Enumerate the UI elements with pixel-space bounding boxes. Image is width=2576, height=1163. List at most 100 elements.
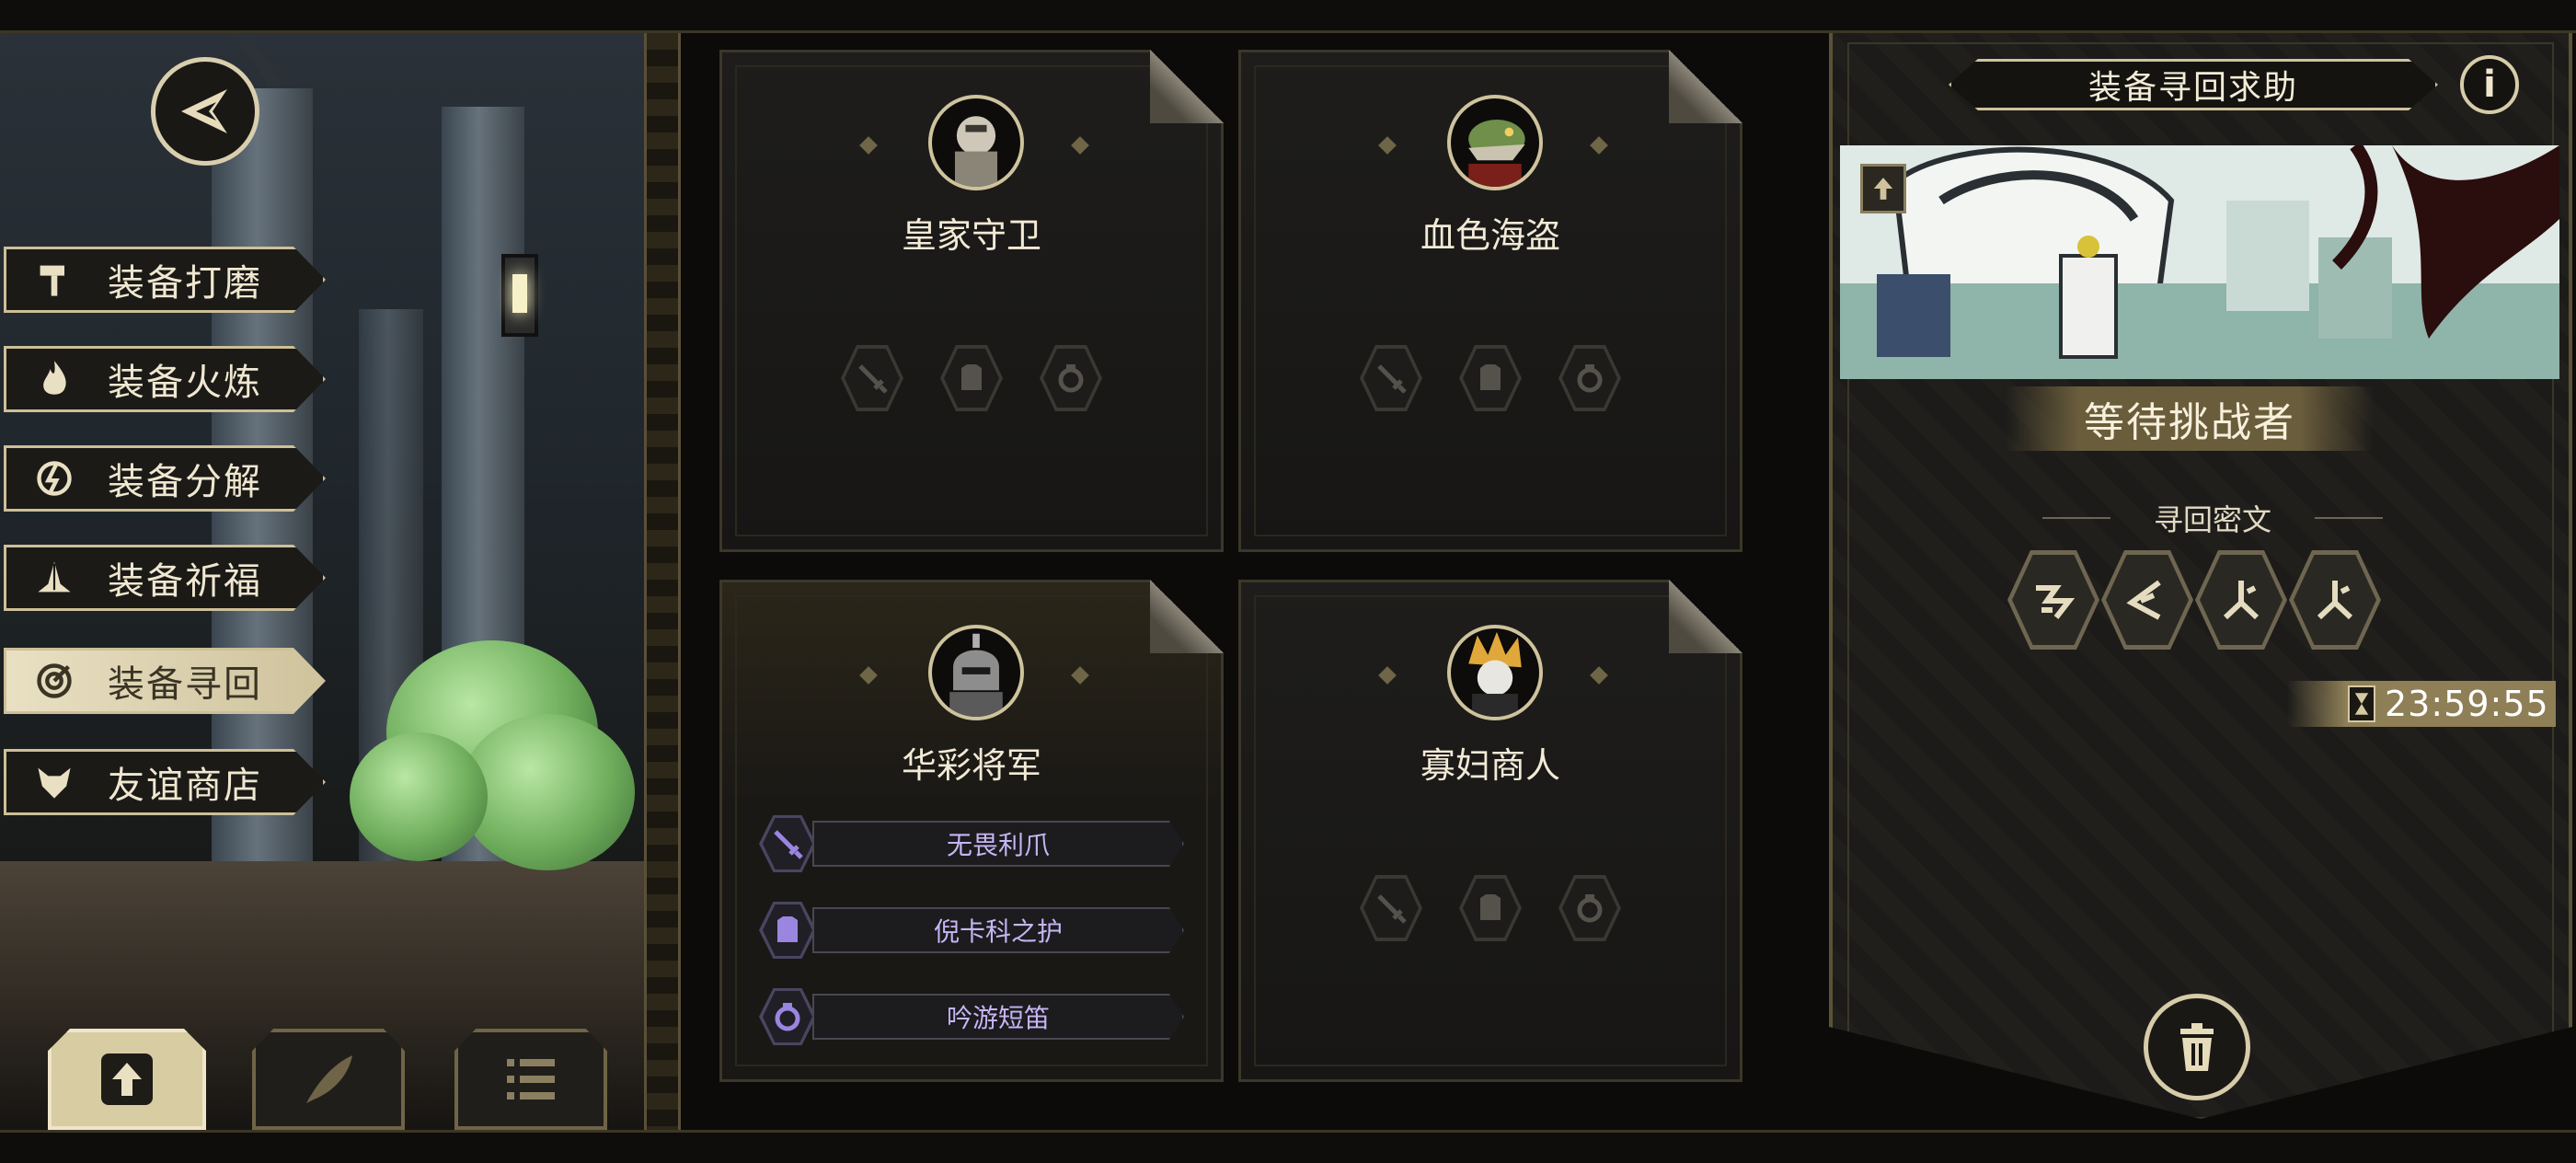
corner-fold (1150, 50, 1224, 123)
hourglass-icon (2348, 685, 2375, 722)
character-card-royal-guard[interactable]: 皇家守卫 (719, 50, 1224, 552)
upload-button[interactable] (48, 1029, 206, 1130)
banner-upload-button[interactable] (1860, 164, 1906, 213)
menu-item-polish[interactable]: 装备打磨 (4, 247, 326, 313)
menu-item-label: 装备祈福 (108, 560, 262, 603)
sword-icon (858, 364, 888, 394)
quill-icon (306, 1055, 352, 1103)
character-name: 华彩将军 (901, 745, 1041, 786)
retrieve-icon (27, 653, 82, 708)
bottom-border (0, 1130, 2576, 1163)
character-name: 皇家守卫 (901, 215, 1041, 256)
armor-icon (961, 364, 982, 390)
ornament-diamond (1590, 136, 1608, 155)
character-card-widow-merchant[interactable]: 寡妇商人 (1238, 580, 1742, 1082)
corner-fold (1669, 580, 1742, 653)
panel-title: 装备寻回求助 (1949, 59, 2438, 110)
crimson-pirate-portrait (1447, 95, 1543, 190)
back-arrow-icon (181, 89, 227, 133)
rune-3-icon (2317, 581, 2353, 620)
ornamental-divider (644, 33, 681, 1130)
weapon-slot[interactable] (841, 345, 903, 411)
info-icon: i (2483, 63, 2496, 106)
lantern-icon (501, 254, 538, 337)
delete-button[interactable] (2144, 994, 2250, 1100)
armor-icon (1480, 894, 1501, 920)
ring-icon (1577, 364, 1603, 393)
armor-icon (1480, 364, 1501, 390)
rune-1-icon (2036, 585, 2076, 619)
ornament-diamond (1378, 136, 1397, 155)
rune-3-icon (2223, 581, 2260, 620)
ornament-diamond (1071, 666, 1089, 685)
ornament-diamond (1378, 666, 1397, 685)
equipped-item-weapon[interactable]: 无畏利爪 (759, 815, 1184, 872)
ring-icon (775, 1003, 800, 1031)
equipment-name: 吟游短笛 (812, 994, 1184, 1040)
weapon-slot[interactable] (1360, 345, 1422, 411)
divider-line (2315, 517, 2383, 519)
pray-hands-icon (27, 550, 82, 605)
rune-2-icon (2126, 580, 2161, 620)
equipment-slots (1241, 345, 1740, 411)
armor-slot[interactable] (940, 345, 1003, 411)
equipment-name: 无畏利爪 (812, 821, 1184, 867)
trash-icon (2180, 1023, 2214, 1071)
equipped-item-accessory[interactable]: 吟游短笛 (759, 988, 1184, 1045)
info-button[interactable]: i (2460, 55, 2519, 114)
menu-item-label: 装备分解 (108, 461, 262, 503)
menu-item-label: 友谊商店 (108, 765, 262, 807)
royal-guard-portrait (928, 95, 1024, 190)
resplendent-general-portrait (928, 625, 1024, 720)
menu-item-disassemble[interactable]: 装备分解 (4, 445, 326, 512)
menu-item-bless[interactable]: 装备祈福 (4, 545, 326, 611)
armor-icon (777, 916, 798, 942)
equipment-slots (1241, 875, 1740, 941)
equipment-slots (722, 345, 1221, 411)
upload-icon (1873, 178, 1893, 200)
upload-icon (101, 1054, 153, 1105)
ornament-diamond (859, 666, 878, 685)
armor-slot[interactable] (1459, 875, 1522, 941)
menu-item-friendship-shop[interactable]: 友谊商店 (4, 749, 326, 815)
ring-icon (1577, 894, 1603, 923)
fox-icon (27, 754, 82, 810)
top-border (0, 0, 2576, 33)
hammer-icon (27, 252, 82, 307)
accessory-slot[interactable] (1558, 345, 1621, 411)
corner-fold (1150, 580, 1224, 653)
equipped-item-armor[interactable]: 倪卡科之护 (759, 902, 1184, 959)
quill-button[interactable] (252, 1029, 405, 1130)
character-name: 寡妇商人 (1420, 745, 1560, 786)
menu-item-label: 装备寻回 (108, 663, 262, 706)
flame-icon (27, 351, 82, 407)
corner-fold (1669, 50, 1742, 123)
back-button[interactable] (151, 57, 259, 166)
menu-item-label: 装备打磨 (108, 262, 262, 305)
sword-icon (1377, 364, 1407, 394)
sword-icon (774, 830, 803, 859)
list-button[interactable] (454, 1029, 607, 1130)
sword-icon (1377, 894, 1407, 924)
challenge-banner-image (1840, 145, 2559, 379)
menu-item-retrieve[interactable]: 装备寻回 (4, 648, 326, 714)
timer-value: 23:59:55 (2385, 684, 2549, 724)
widow-merchant-portrait (1447, 625, 1543, 720)
ring-icon (1058, 364, 1084, 393)
character-card-crimson-pirate[interactable]: 血色海盗 (1238, 50, 1742, 552)
ornament-diamond (1590, 666, 1608, 685)
scene-bush (350, 732, 488, 861)
accessory-slot[interactable] (1558, 875, 1621, 941)
list-icon (507, 1059, 555, 1100)
status-label: 等待挑战者 (2006, 386, 2374, 451)
character-name: 血色海盗 (1420, 215, 1560, 256)
accessory-slot[interactable] (1040, 345, 1102, 411)
menu-item-temper[interactable]: 装备火炼 (4, 346, 326, 412)
armor-slot[interactable] (1459, 345, 1522, 411)
weapon-slot[interactable] (1360, 875, 1422, 941)
ornament-diamond (1071, 136, 1089, 155)
equipment-name: 倪卡科之护 (812, 907, 1184, 953)
character-card-resplendent-general[interactable]: 华彩将军 无畏利爪 倪卡科之护 吟游短笛 (719, 580, 1224, 1082)
disassemble-icon (27, 451, 82, 506)
countdown-timer: 23:59:55 (2287, 681, 2556, 727)
